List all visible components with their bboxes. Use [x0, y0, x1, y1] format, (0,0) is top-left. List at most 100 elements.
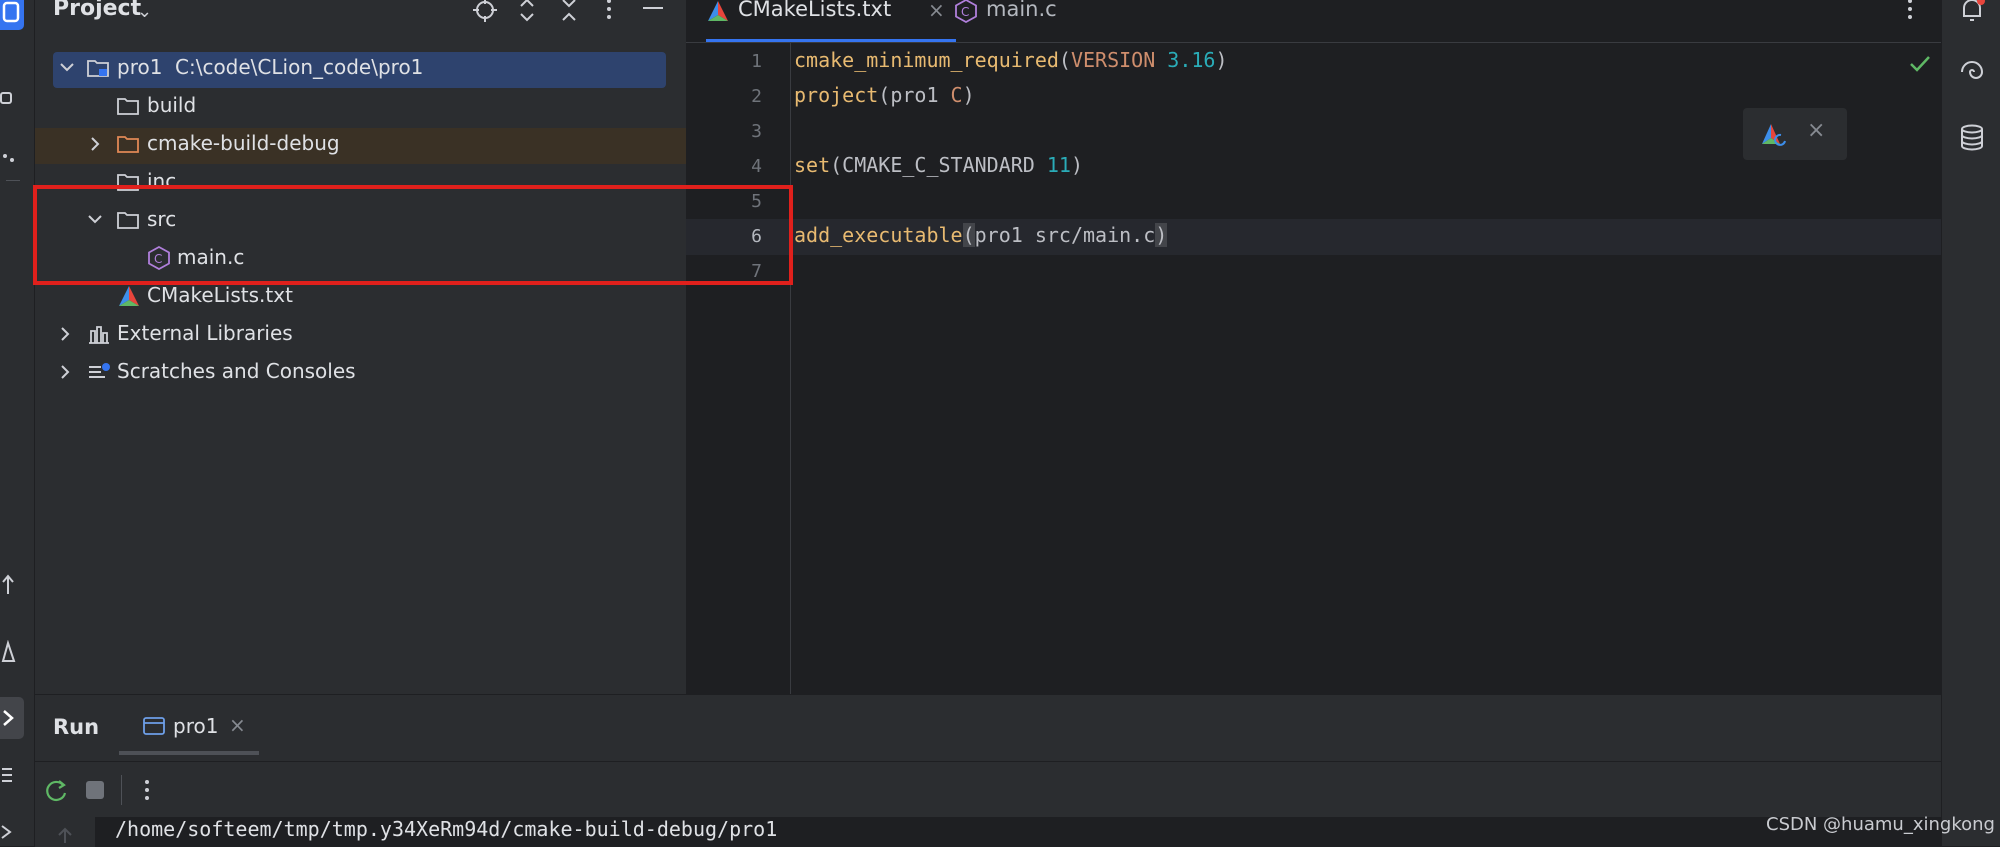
run-tab-pro1[interactable]: pro1 × [119, 709, 259, 755]
code-function: project [794, 83, 879, 107]
project-panel: Project ⌄ pro1 C:\code\CLion_code\pro1 b… [35, 0, 686, 694]
project-title[interactable]: Project [53, 0, 141, 21]
c-file-icon: C [954, 0, 978, 23]
chevron-right-icon[interactable] [57, 362, 73, 382]
commit-icon[interactable] [0, 573, 24, 597]
tab-main-c[interactable]: C main.c [954, 0, 1084, 42]
code-number: 3.16 [1167, 48, 1216, 72]
run-tool-icon[interactable] [0, 697, 24, 739]
tree-item-label: build [147, 93, 197, 117]
check-icon[interactable] [1908, 54, 1932, 74]
run-panel-title[interactable]: Run [53, 715, 99, 739]
notifications-icon[interactable] [1958, 0, 1986, 24]
code-function: add_executable [794, 223, 963, 247]
line-number-gutter: 1 2 3 4 5 6 7 [686, 43, 791, 694]
structure-tool-icon[interactable] [0, 86, 24, 110]
terminal-icon[interactable] [0, 820, 24, 844]
console-output[interactable]: /home/softeem/tmp/tmp.y34XeRm94d/cmake-b… [95, 817, 1941, 847]
code-function: cmake_minimum_required [794, 48, 1059, 72]
chevron-right-icon[interactable] [87, 134, 103, 154]
watermark: CSDN @huamu_xingkong [1766, 814, 1995, 835]
tree-item-path: C:\code\CLion_code\pro1 [175, 55, 424, 79]
tab-cmakelists[interactable]: CMakeLists.txt × [706, 0, 956, 42]
code-number: 11 [1046, 153, 1071, 177]
code-paren-match: ) [1155, 223, 1168, 247]
cmake-reload-popup: × [1743, 108, 1847, 160]
run-tab-label: pro1 [173, 714, 219, 738]
run-panel: Run pro1 × /home/softeem/tmp/tmp.y34XeRm… [35, 694, 1941, 847]
cmake-reload-icon[interactable] [1761, 122, 1787, 148]
code-paren-match: ( [962, 223, 975, 247]
cmake-file-icon [117, 284, 139, 306]
scratches-icon [87, 362, 110, 380]
stop-icon[interactable] [85, 780, 105, 800]
close-tab-icon[interactable]: × [229, 713, 246, 737]
console-line: /home/softeem/tmp/tmp.y34XeRm94d/cmake-b… [115, 817, 778, 841]
line-number: 2 [751, 86, 762, 107]
options-menu-icon[interactable] [603, 0, 615, 22]
tree-item-label: External Libraries [117, 321, 293, 345]
code-line-1[interactable]: cmake_minimum_required(VERSION 3.16) [794, 48, 1228, 72]
project-tool-icon[interactable] [0, 0, 24, 30]
tree-item-label: cmake-build-debug [147, 131, 340, 155]
tree-item-build[interactable]: build [35, 90, 686, 126]
code-function: set [794, 153, 831, 177]
tab-label: main.c [986, 0, 1057, 21]
scroll-up-icon[interactable] [55, 825, 75, 845]
rerun-icon[interactable] [43, 777, 69, 803]
excluded-folder-icon [117, 134, 139, 153]
tree-item-external-libraries[interactable]: External Libraries [35, 318, 686, 354]
hide-panel-icon[interactable] [641, 0, 665, 22]
expand-all-icon[interactable] [517, 0, 537, 22]
highlight-box [33, 185, 793, 285]
chevron-right-icon[interactable] [57, 324, 73, 344]
tree-item-label: CMakeLists.txt [147, 283, 293, 307]
module-folder-icon [87, 58, 109, 77]
editor-tab-bar: CMakeLists.txt × C main.c [686, 0, 1941, 43]
svg-text:C: C [961, 5, 969, 19]
close-tab-icon[interactable]: × [928, 0, 945, 22]
code-paren: ) [962, 83, 975, 107]
code-line-2[interactable]: project(pro1 C) [794, 83, 975, 107]
chevron-down-icon[interactable] [59, 58, 75, 78]
code-paren: ) [1215, 48, 1228, 72]
code-paren: ) [1070, 153, 1084, 177]
toolbar-divider [121, 775, 122, 805]
ai-assistant-icon[interactable] [1958, 58, 1986, 86]
line-number: 3 [751, 121, 762, 142]
more-tools-icon[interactable] [0, 144, 24, 168]
cmake-file-icon [706, 0, 730, 23]
tab-label: CMakeLists.txt [738, 0, 892, 21]
right-tool-strip [1941, 0, 2000, 846]
database-icon[interactable] [1958, 124, 1986, 152]
code-keyword: C [950, 83, 963, 107]
folder-icon [117, 96, 139, 115]
tree-item-pro1[interactable]: pro1 C:\code\CLion_code\pro1 [53, 52, 666, 88]
code-line-4[interactable]: set(CMAKE_C_STANDARD 11) [794, 153, 1083, 177]
todo-icon[interactable] [0, 764, 24, 788]
code-keyword: VERSION [1070, 48, 1156, 72]
code-text: (pro1 [878, 83, 951, 107]
library-icon [87, 324, 109, 344]
line-number: 1 [751, 51, 762, 72]
editor-options-icon[interactable] [1904, 0, 1916, 22]
tree-item-scratches[interactable]: Scratches and Consoles [35, 356, 686, 392]
tree-item-label: Scratches and Consoles [117, 359, 356, 383]
close-icon[interactable]: × [1807, 118, 1825, 143]
line-number: 4 [751, 156, 762, 177]
code-line-6[interactable]: add_executable(pro1 src/main.c) [794, 223, 1168, 247]
cmake-tool-icon[interactable] [0, 640, 24, 664]
locate-icon[interactable] [473, 0, 497, 22]
code-text: (CMAKE_C_STANDARD [830, 153, 1047, 177]
left-tool-strip [0, 0, 35, 846]
tree-item-cmake-build-debug[interactable]: cmake-build-debug [35, 128, 686, 164]
run-divider [35, 761, 1941, 762]
tree-item-cmakelists[interactable]: CMakeLists.txt [35, 280, 686, 316]
collapse-all-icon[interactable] [559, 0, 579, 22]
code-text: pro1 src/main.c [974, 223, 1156, 247]
run-options-icon[interactable] [141, 779, 153, 803]
chevron-down-icon[interactable]: ⌄ [137, 1, 152, 22]
tree-item-label: pro1 [117, 55, 163, 79]
strip-divider [6, 180, 20, 181]
